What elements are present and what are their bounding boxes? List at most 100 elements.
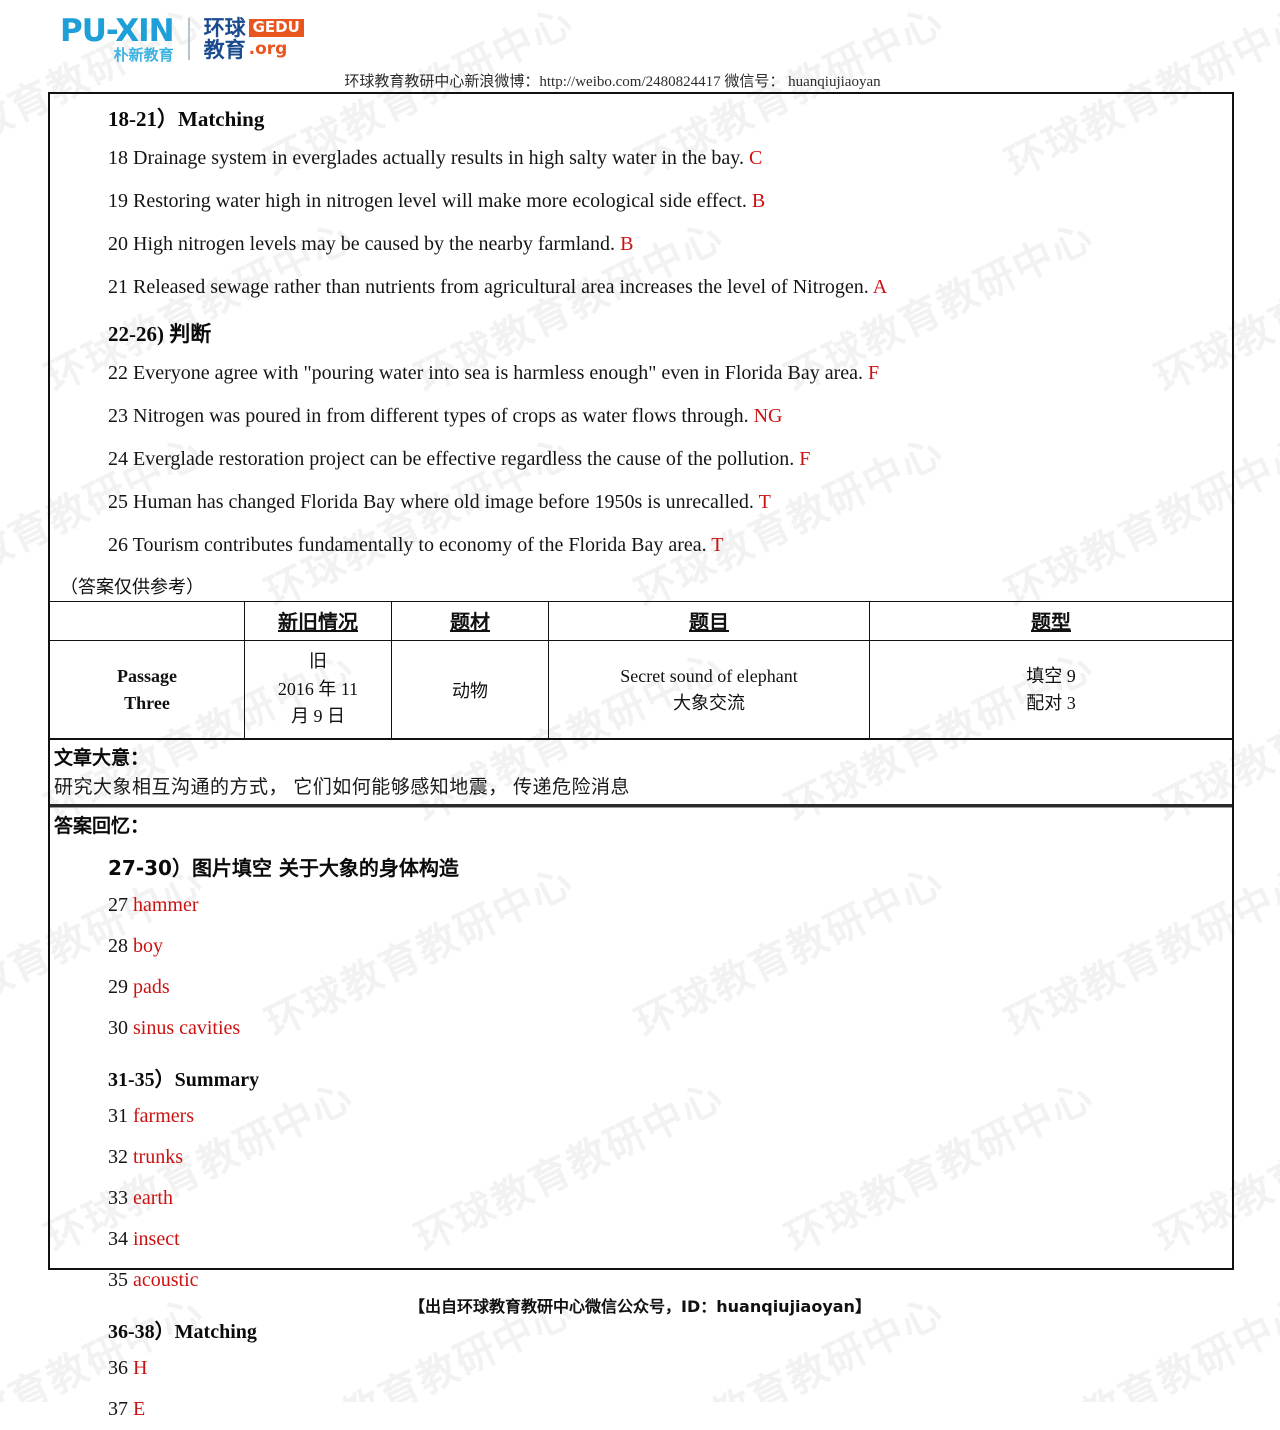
answer-row: 34 insect	[108, 1219, 1232, 1260]
gedu-logo-chinese-top: 环球	[203, 15, 246, 40]
question-number: 26	[108, 534, 133, 556]
summary-block-label: 文章大意：	[54, 747, 150, 769]
answer-row: 29 pads	[108, 967, 1232, 1008]
question-number: 24	[108, 448, 133, 470]
table-header-title: 题目	[548, 601, 870, 641]
answer-number: 34	[108, 1228, 133, 1250]
question-text: Released sewage rather than nutrients fr…	[133, 276, 873, 298]
answer-number: 37	[108, 1398, 133, 1420]
answers-block-label: 答案回忆：	[54, 815, 150, 837]
question-number: 19	[108, 190, 133, 212]
question-number: 18	[108, 147, 133, 169]
table-header-row: 新旧情况 题材 题目 题型	[50, 601, 1232, 641]
summary-block-body: 研究大象相互沟通的方式， 它们如何能够感知地震， 传递危险消息	[54, 777, 631, 798]
section-title-matching-18-21: 18-21）Matching	[108, 107, 265, 131]
question-answer: F	[868, 362, 880, 384]
document-content: 18-21）Matching 18 Drainage system in eve…	[50, 94, 1232, 1430]
answer-value: acoustic	[133, 1269, 199, 1291]
passage-title-en: Secret sound of elephant	[620, 665, 798, 686]
answer-section-title: 36-38）Matching	[108, 1321, 257, 1343]
table-header-status: 新旧情况	[244, 601, 392, 641]
passage-label-line2: Three	[124, 692, 170, 713]
answer-value: hammer	[133, 894, 199, 916]
question-row: 25 Human has changed Florida Bay where o…	[108, 481, 1232, 524]
puxin-logo-wordmark: PU-XIN	[60, 12, 175, 49]
question-text: Restoring water high in nitrogen level w…	[133, 190, 752, 212]
answer-value: sinus cavities	[133, 1017, 241, 1039]
passage-label-line1: Passage	[117, 666, 177, 687]
logo-divider	[187, 18, 190, 60]
question-row: 22 Everyone agree with "pouring water in…	[108, 352, 1232, 395]
answer-number: 32	[108, 1146, 133, 1168]
question-list-18-21: 18 Drainage system in everglades actuall…	[50, 137, 1232, 309]
puxin-logo-chinese: 朴新教育	[113, 45, 174, 64]
answer-value: earth	[133, 1187, 173, 1209]
question-answer: F	[799, 448, 811, 470]
question-row: 20 High nitrogen levels may be caused by…	[108, 223, 1232, 266]
status-date-ym: 2016 年 11	[277, 678, 359, 699]
question-number: 21	[108, 276, 133, 298]
question-answer: B	[620, 233, 634, 255]
cell-passage-name: Passage Three	[50, 640, 245, 739]
question-row: 26 Tourism contributes fundamentally to …	[108, 524, 1232, 567]
table-header-type: 题型	[869, 601, 1232, 641]
answer-row: 33 earth	[108, 1178, 1232, 1219]
answer-row: 32 trunks	[108, 1137, 1232, 1178]
cell-topic-value: 动物	[391, 640, 549, 739]
question-text: Tourism contributes fundamentally to eco…	[132, 534, 712, 556]
question-text: Everyone agree with "pouring water into …	[133, 362, 868, 384]
answer-number: 30	[108, 1017, 133, 1039]
question-text: Human has changed Florida Bay where old …	[133, 491, 759, 513]
question-number: 22	[108, 362, 133, 384]
answer-row: 30 sinus cavities	[108, 1008, 1232, 1049]
cell-question-types: 填空 9 配对 3	[869, 640, 1232, 739]
answer-sections: 27-30）图片填空 关于大象的身体构造 27 hammer 28 boy 29 pa…	[50, 852, 1232, 1430]
answer-row: 28 boy	[108, 926, 1232, 967]
question-type-fill: 填空 9	[1026, 665, 1076, 686]
answer-row: 37 E	[108, 1389, 1232, 1430]
question-row: 19 Restoring water high in nitrogen leve…	[108, 180, 1232, 223]
question-text: High nitrogen levels may be caused by th…	[133, 233, 621, 255]
answer-value: trunks	[133, 1146, 183, 1168]
gedu-logo-row-top: 环球 GEDU	[204, 17, 304, 39]
gedu-org-suffix: .org	[248, 39, 288, 60]
answer-value: pads	[133, 976, 170, 998]
question-row: 18 Drainage system in everglades actuall…	[108, 137, 1232, 180]
table-header-topic: 题材	[391, 601, 549, 641]
puxin-logo: PU-XIN 朴新教育	[60, 12, 175, 64]
page-header: PU-XIN 朴新教育 环球 GEDU 教育 .org 环球教育教研中心新浪微博…	[0, 0, 1280, 92]
question-number: 20	[108, 233, 133, 255]
answer-number: 35	[108, 1269, 133, 1291]
answer-row: 27 hammer	[108, 885, 1232, 926]
question-type-match: 配对 3	[1026, 692, 1076, 713]
answer-value: farmers	[133, 1105, 195, 1127]
table-row: Passage Three 旧 2016 年 11 月 9 日 动物 Secre…	[50, 640, 1232, 739]
answer-number: 36	[108, 1357, 133, 1379]
answer-section-title: 31-35）Summary	[108, 1069, 260, 1091]
answer-section-title: 27-30）图片填空 关于大象的身体构造	[108, 856, 459, 880]
question-number: 25	[108, 491, 133, 513]
answer-reference-note: （答案仅供参考）	[60, 577, 204, 597]
answer-value: insect	[133, 1228, 180, 1250]
page-footer: 【出自环球教育教研中心微信公众号，ID：huanqiujiaoyan】	[409, 1297, 871, 1316]
status-date-d: 月 9 日	[291, 706, 345, 727]
answer-number: 27	[108, 894, 133, 916]
cell-title-value: Secret sound of elephant 大象交流	[548, 640, 870, 739]
question-answer: C	[748, 147, 763, 169]
table-header-blank	[50, 601, 245, 641]
answer-value: H	[133, 1357, 148, 1379]
question-number: 23	[108, 405, 133, 427]
question-answer: NG	[753, 405, 783, 427]
gedu-logo-row-bottom: 教育 .org	[204, 39, 304, 61]
answer-row: 36 H	[108, 1348, 1232, 1389]
gedu-logo: 环球 GEDU 教育 .org	[204, 17, 304, 61]
question-row: 23 Nitrogen was poured in from different…	[108, 395, 1232, 438]
brand-logo: PU-XIN 朴新教育 环球 GEDU 教育 .org	[60, 11, 304, 67]
divider-above-answers	[50, 804, 1232, 808]
answer-value: E	[133, 1398, 146, 1420]
section-title-judgement-22-26: 22-26) 判断	[108, 322, 212, 346]
answer-row: 31 farmers	[108, 1096, 1232, 1137]
question-answer: A	[872, 276, 888, 298]
header-contact-line: 环球教育教研中心新浪微博：http://weibo.com/2480824417…	[344, 74, 881, 90]
question-row: 21 Released sewage rather than nutrients…	[108, 266, 1232, 309]
